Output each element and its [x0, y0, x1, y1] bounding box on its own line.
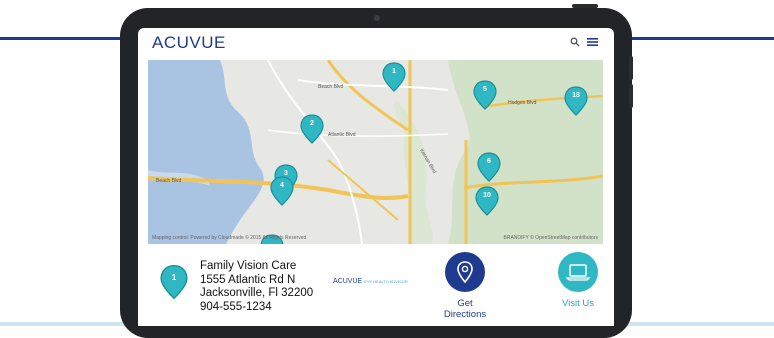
location-city: Jacksonville, Fl 32200 [200, 287, 314, 299]
eye-health-advisor-logo: ACUVUE EYE HEALTH ADVISOR [333, 278, 408, 285]
volume-up-button [629, 56, 633, 80]
location-street: 1555 Atlantic Rd N [200, 273, 296, 286]
search-icon[interactable] [570, 37, 580, 47]
acuvue-logo[interactable]: ACUVUE [152, 33, 226, 53]
camera-dot [374, 15, 380, 21]
power-button [572, 4, 598, 8]
hamburger-menu-icon[interactable] [587, 37, 598, 47]
location-phone[interactable]: 904-555-1234 [200, 301, 313, 315]
location-pin-icon: 1 [160, 264, 188, 300]
svg-text:Beach Blvd: Beach Blvd [318, 84, 344, 90]
map-pin-5[interactable]: 5 [473, 80, 497, 110]
map-source-credit[interactable]: BRANDIFY © OpenStreetMap contributors [504, 235, 598, 241]
store-locator-map[interactable]: Beach Blvd Beach Blvd Hodges Blvd Atlant… [148, 60, 603, 244]
site-header: ACUVUE [138, 28, 614, 58]
map-marker-icon [457, 261, 473, 284]
volume-down-button [629, 84, 633, 108]
map-attribution: Mapping control. Powered by Cloudmade © … [152, 235, 307, 241]
map-pin-18[interactable]: 18 [564, 86, 588, 116]
get-directions-label[interactable]: Get Directions [434, 298, 496, 320]
laptop-icon [565, 264, 591, 281]
map-pin-10[interactable]: 10 [475, 186, 499, 216]
map-canvas: Beach Blvd Beach Blvd Hodges Blvd Atlant… [148, 60, 603, 244]
map-pin-4[interactable]: 4 [270, 176, 294, 206]
svg-text:Atlantic Blvd: Atlantic Blvd [328, 132, 356, 138]
location-address: Family Vision Care 1555 Atlantic Rd N Ja… [200, 260, 313, 314]
location-card: 1 Family Vision Care 1555 Atlantic Rd N … [138, 246, 614, 326]
get-directions-button[interactable]: Get Directions [434, 252, 496, 320]
map-pin-6[interactable]: 6 [477, 152, 501, 182]
visit-circle[interactable] [558, 252, 598, 292]
river-water [148, 60, 264, 244]
tablet-screen: ACUVUE Beach Blvd Beach Blvd Hodges Blvd… [138, 28, 614, 326]
background-rule-right [628, 37, 774, 40]
directions-circle[interactable] [445, 252, 485, 292]
visit-us-label[interactable]: Visit Us [547, 298, 609, 309]
background-rule-left [0, 37, 130, 40]
svg-text:Hodges Blvd: Hodges Blvd [508, 100, 537, 106]
visit-us-button[interactable]: Visit Us [547, 252, 609, 309]
location-name: Family Vision Care [200, 260, 297, 272]
map-pin-2[interactable]: 2 [300, 114, 324, 144]
svg-text:Beach Blvd: Beach Blvd [156, 178, 182, 184]
map-pin-1[interactable]: 1 [382, 62, 406, 92]
